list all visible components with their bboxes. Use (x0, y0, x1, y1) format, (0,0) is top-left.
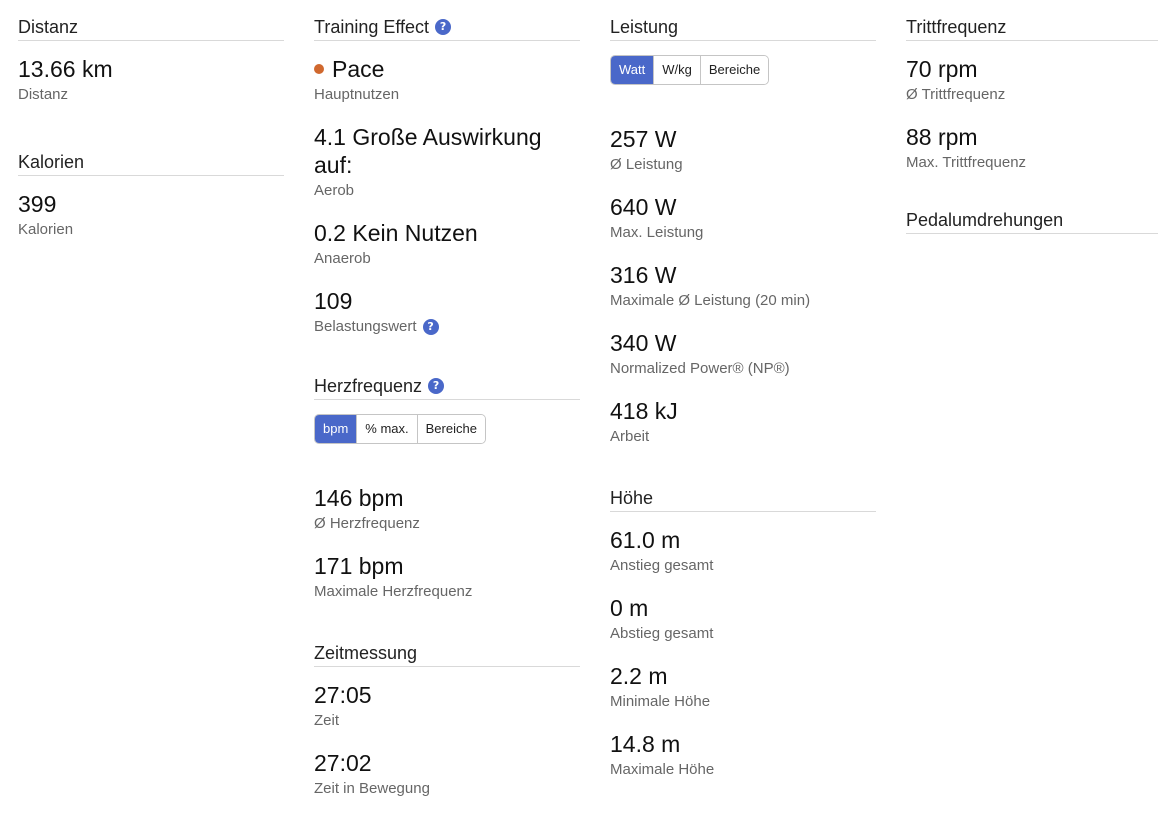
anaerobic-value: 0.2 Kein Nutzen (314, 220, 478, 246)
elev-loss-label: Abstieg gesamt (610, 625, 714, 642)
avg-cadence-value: 70 rpm (906, 56, 978, 82)
elev-gain-value: 61.0 m (610, 527, 681, 553)
max-hr-value: 171 bpm (314, 553, 404, 579)
calories-value: 399 (18, 191, 57, 217)
section-title-cadence: Trittfrequenz (906, 16, 1158, 41)
power-unit-toggle: Watt W/kg Bereiche (610, 55, 770, 85)
max-hr-label: Maximale Herzfrequenz (314, 583, 473, 600)
power-toggle-wkg[interactable]: W/kg (654, 56, 701, 84)
stat-aerobic: 4.1 Große Auswirkung auf: Aerob (314, 123, 580, 201)
section-title-calories: Kalorien (18, 151, 284, 176)
avg-hr-value: 146 bpm (314, 485, 404, 511)
stat-anaerobic: 0.2 Kein Nutzen Anaerob (314, 219, 580, 269)
stat-min-elev: 2.2 m Minimale Höhe (610, 662, 876, 712)
benefit-dot-icon (314, 64, 324, 74)
moving-time-value: 27:02 (314, 750, 372, 776)
stat-max20-power: 316 W Maximale Ø Leistung (20 min) (610, 261, 876, 311)
power-toggle-zones[interactable]: Bereiche (700, 56, 769, 84)
training-effect-title: Training Effect (314, 17, 430, 37)
distance-label: Distanz (18, 86, 69, 103)
max-power-value: 640 W (610, 194, 677, 220)
stat-primary-benefit: Pace Hauptnutzen (314, 55, 580, 105)
work-value: 418 kJ (610, 398, 678, 424)
column-distance-calories: Distanz 13.66 km Distanz Kalorien 399 Ka… (18, 16, 284, 258)
stat-elev-loss: 0 m Abstieg gesamt (610, 594, 876, 644)
column-power-elevation: Leistung Watt W/kg Bereiche 257 W Ø Leis… (610, 16, 876, 798)
section-title-elevation: Höhe (610, 487, 876, 512)
section-title-pedal-strokes: Pedalumdrehungen (906, 209, 1158, 234)
stat-normalized-power: 340 W Normalized Power® (NP®) (610, 329, 876, 379)
anaerobic-label: Anaerob (314, 250, 371, 267)
stat-avg-hr: 146 bpm Ø Herzfrequenz (314, 484, 580, 534)
stat-time: 27:05 Zeit (314, 681, 580, 731)
normalized-power-value: 340 W (610, 330, 677, 356)
elev-loss-value: 0 m (610, 595, 649, 621)
column-cadence: Trittfrequenz 70 rpm Ø Trittfrequenz 88 … (906, 16, 1158, 248)
stat-max-hr: 171 bpm Maximale Herzfrequenz (314, 552, 580, 602)
moving-time-label: Zeit in Bewegung (314, 780, 430, 797)
stat-distance: 13.66 km Distanz (18, 55, 284, 105)
load-label: Belastungswert (314, 318, 417, 335)
max-cadence-value: 88 rpm (906, 124, 978, 150)
time-value: 27:05 (314, 682, 372, 708)
elev-gain-label: Anstieg gesamt (610, 557, 714, 574)
stat-max-power: 640 W Max. Leistung (610, 193, 876, 243)
stat-moving-time: 27:02 Zeit in Bewegung (314, 749, 580, 799)
section-title-heart-rate: Herzfrequenz ? (314, 375, 580, 400)
hr-toggle-percent-max[interactable]: % max. (357, 415, 418, 443)
section-title-training-effect: Training Effect ? (314, 16, 580, 41)
time-label: Zeit (314, 712, 340, 729)
primary-benefit-value: Pace (332, 56, 385, 82)
aerobic-value: 4.1 Große Auswirkung auf: (314, 124, 542, 178)
hr-toggle-zones[interactable]: Bereiche (417, 415, 485, 443)
avg-power-label: Ø Leistung (610, 156, 683, 173)
column-training-hr-timing: Training Effect ? Pace Hauptnutzen 4.1 G… (314, 16, 580, 817)
max20-power-value: 316 W (610, 262, 677, 288)
avg-cadence-label: Ø Trittfrequenz (906, 86, 1006, 103)
stat-avg-cadence: 70 rpm Ø Trittfrequenz (906, 55, 1158, 105)
heart-rate-unit-toggle: bpm % max. Bereiche (314, 414, 486, 444)
help-icon[interactable]: ? (435, 19, 452, 35)
min-elev-label: Minimale Höhe (610, 693, 711, 710)
primary-benefit-label: Hauptnutzen (314, 86, 400, 103)
normalized-power-label: Normalized Power® (NP®) (610, 360, 790, 377)
section-title-timing: Zeitmessung (314, 642, 580, 667)
load-value: 109 (314, 288, 353, 314)
power-toggle-watt[interactable]: Watt (611, 56, 655, 84)
max20-power-label: Maximale Ø Leistung (20 min) (610, 292, 811, 309)
stat-calories: 399 Kalorien (18, 190, 284, 240)
stat-max-cadence: 88 rpm Max. Trittfrequenz (906, 123, 1158, 173)
max-power-label: Max. Leistung (610, 224, 704, 241)
max-elev-value: 14.8 m (610, 731, 681, 757)
aerobic-label: Aerob (314, 182, 355, 199)
calories-label: Kalorien (18, 221, 74, 238)
stat-load: 109 Belastungswert ? (314, 287, 580, 337)
hr-toggle-bpm[interactable]: bpm (315, 415, 358, 443)
stat-work: 418 kJ Arbeit (610, 397, 876, 447)
distance-value: 13.66 km (18, 56, 113, 82)
avg-hr-label: Ø Herzfrequenz (314, 515, 420, 532)
help-icon[interactable]: ? (428, 378, 445, 394)
max-cadence-label: Max. Trittfrequenz (906, 154, 1027, 171)
max-elev-label: Maximale Höhe (610, 761, 715, 778)
heart-rate-title: Herzfrequenz (314, 376, 423, 396)
stat-avg-power: 257 W Ø Leistung (610, 125, 876, 175)
help-icon[interactable]: ? (422, 319, 439, 335)
section-title-distance: Distanz (18, 16, 284, 41)
min-elev-value: 2.2 m (610, 663, 668, 689)
stat-max-elev: 14.8 m Maximale Höhe (610, 730, 876, 780)
stat-elev-gain: 61.0 m Anstieg gesamt (610, 526, 876, 576)
work-label: Arbeit (610, 428, 650, 445)
section-title-power: Leistung (610, 16, 876, 41)
avg-power-value: 257 W (610, 126, 677, 152)
